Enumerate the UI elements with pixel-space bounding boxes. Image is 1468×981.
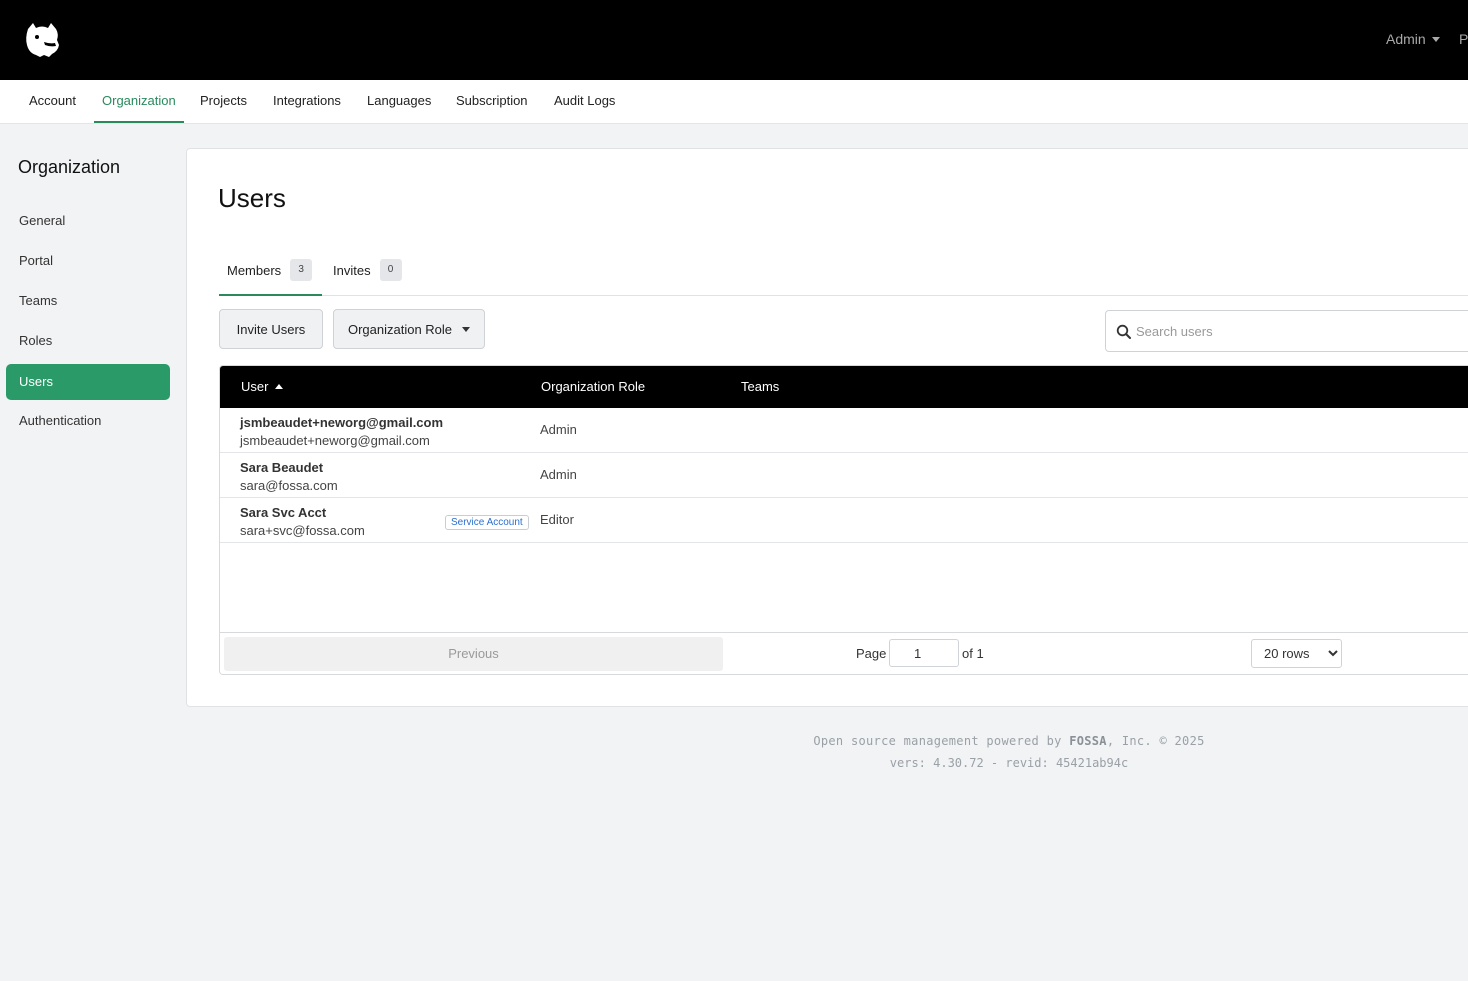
footer-brand: FOSSA <box>1069 734 1107 748</box>
user-email: sara+svc@fossa.com <box>240 523 365 538</box>
caret-down-icon <box>462 326 471 332</box>
footer-copyright: Open source management powered by FOSSA,… <box>0 734 1468 748</box>
column-header-user-label: User <box>241 379 269 394</box>
column-header-organization-role[interactable]: Organization Role <box>541 366 645 408</box>
top-menu-overflow[interactable]: P <box>1459 31 1468 47</box>
user-name: Sara Beaudet <box>240 460 324 475</box>
nav-tab-organization[interactable]: Organization <box>94 80 184 123</box>
sidebar-item-users[interactable]: Users <box>6 364 170 400</box>
page-label: Page <box>856 646 887 661</box>
pagination-bar: Previous Page of 1 20 rows <box>220 632 1468 674</box>
footer-version: vers: 4.30.72 - revid: 45421ab94c <box>889 756 1129 770</box>
organization-role-filter-label: Organization Role <box>347 321 453 337</box>
search-users-input[interactable] <box>1136 311 1456 351</box>
sidebar-item-portal[interactable]: Portal <box>6 243 170 279</box>
user-email: jsmbeaudet+neworg@gmail.com <box>240 433 430 448</box>
tab-members[interactable]: Members 3 <box>219 258 322 296</box>
top-bar: Admin P <box>0 0 1468 80</box>
previous-page-button[interactable]: Previous <box>224 637 723 671</box>
sidebar-item-general[interactable]: General <box>6 203 170 239</box>
footer-prefix: Open source management powered by <box>813 734 1070 748</box>
column-header-teams[interactable]: Teams <box>741 366 779 408</box>
page-total-label: of 1 <box>962 646 984 661</box>
settings-nav: Account Organization Projects Integratio… <box>0 80 1468 124</box>
search-icon <box>1116 324 1131 339</box>
user-role: Editor <box>540 512 574 527</box>
organization-role-filter-button[interactable]: Organization Role <box>333 309 485 349</box>
tab-invites-label: Invites <box>333 263 371 278</box>
user-name: jsmbeaudet+neworg@gmail.com <box>240 415 444 430</box>
subtabs-divider <box>219 295 1468 296</box>
nav-tab-languages[interactable]: Languages <box>359 80 439 123</box>
sidebar-item-teams[interactable]: Teams <box>6 283 170 319</box>
footer-suffix: , Inc. © 2025 <box>1106 734 1205 748</box>
tab-members-label: Members <box>227 263 282 278</box>
table-row[interactable]: Sara Beaudet sara@fossa.com Admin <box>220 453 1468 498</box>
user-email: sara@fossa.com <box>240 478 338 493</box>
page-number-input[interactable] <box>889 639 959 667</box>
page-title: Users <box>218 183 286 213</box>
sidebar-item-authentication[interactable]: Authentication <box>6 403 170 439</box>
user-role: Admin <box>540 467 577 482</box>
nav-tab-integrations[interactable]: Integrations <box>265 80 349 123</box>
nav-tab-projects[interactable]: Projects <box>192 80 255 123</box>
members-count-badge: 3 <box>290 259 313 281</box>
nav-tab-subscription[interactable]: Subscription <box>448 80 536 123</box>
table-row[interactable]: jsmbeaudet+neworg@gmail.com jsmbeaudet+n… <box>220 408 1468 453</box>
rows-per-page-select[interactable]: 20 rows <box>1251 639 1342 668</box>
column-header-user[interactable]: User <box>241 366 284 408</box>
sidebar-item-roles[interactable]: Roles <box>6 323 170 359</box>
user-role: Admin <box>540 422 577 437</box>
user-menu-label: Admin <box>1386 31 1426 47</box>
invite-users-button[interactable]: Invite Users <box>219 309 323 349</box>
nav-tab-audit-logs[interactable]: Audit Logs <box>546 80 623 123</box>
nav-tab-account[interactable]: Account <box>21 80 84 123</box>
users-table: User Organization Role Teams jsmbeaudet+… <box>219 365 1468 675</box>
invites-count-badge: 0 <box>379 259 402 281</box>
table-row[interactable]: Sara Svc Acct sara+svc@fossa.com Service… <box>220 498 1468 543</box>
chevron-down-icon <box>1431 36 1440 42</box>
table-header: User Organization Role Teams <box>220 366 1468 408</box>
service-account-badge: Service Account <box>445 515 529 530</box>
user-menu-dropdown[interactable]: Admin <box>1386 31 1440 47</box>
tab-invites[interactable]: Invites 0 <box>333 258 402 296</box>
sidebar-title: Organization <box>18 157 121 177</box>
search-users-field[interactable] <box>1105 310 1468 352</box>
fossa-logo-icon[interactable] <box>22 20 62 60</box>
sort-ascending-icon <box>275 384 284 389</box>
user-name: Sara Svc Acct <box>240 505 327 520</box>
